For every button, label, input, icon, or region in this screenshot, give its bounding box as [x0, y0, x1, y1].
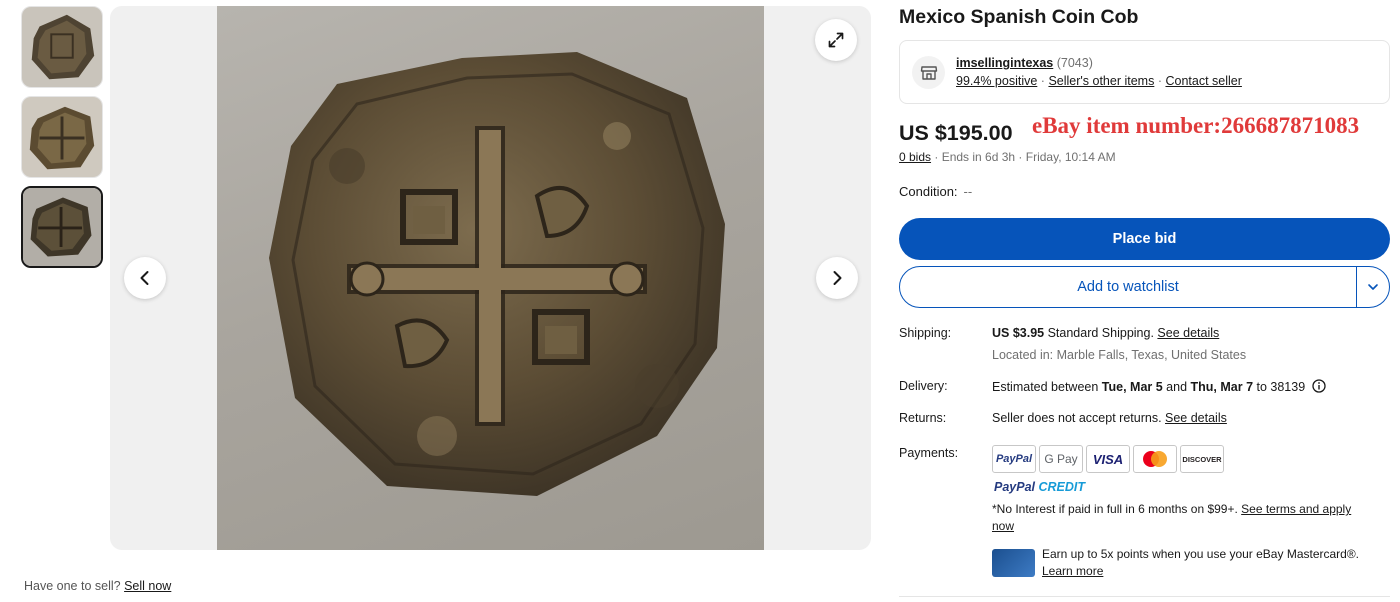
seller-card: imsellingintexas (7043) 99.4% positive ·… — [899, 40, 1390, 104]
coin-thumbnail-image — [22, 97, 102, 177]
earn-text: Earn up to 5x points when you use your e… — [1042, 547, 1360, 561]
coin-image — [269, 52, 725, 496]
sell-now-link[interactable]: Sell now — [124, 579, 171, 593]
chevron-down-icon — [1368, 284, 1378, 290]
delivery-start: Tue, Mar 5 — [1101, 380, 1163, 394]
auction-end-time: · Ends in 6d 3h · Friday, 10:14 AM — [931, 150, 1116, 164]
add-to-watchlist-button[interactable]: Add to watchlist — [900, 267, 1356, 307]
watchlist-dropdown-button[interactable] — [1357, 267, 1389, 307]
image-gallery — [110, 6, 871, 550]
mastercard-logo — [1133, 445, 1177, 473]
seller-links: 99.4% positive · Seller's other items · … — [956, 74, 1242, 88]
expand-icon — [828, 32, 844, 48]
learn-more-link[interactable]: Learn more — [1042, 564, 1103, 578]
bids-link[interactable]: 0 bids — [899, 150, 931, 164]
expand-image-button[interactable] — [815, 19, 857, 61]
shipping-value: US $3.95 Standard Shipping. See details — [992, 326, 1219, 340]
chevron-left-icon — [140, 271, 149, 285]
returns-details-link[interactable]: See details — [1165, 411, 1227, 425]
info-icon[interactable] — [1312, 379, 1326, 393]
delivery-and: and — [1162, 380, 1191, 394]
paypal-credit-terms: *No Interest if paid in full in 6 months… — [992, 501, 1372, 535]
next-image-button[interactable] — [816, 257, 858, 299]
shipping-details-link[interactable]: See details — [1157, 326, 1219, 340]
seller-positive-link[interactable]: 99.4% positive — [956, 74, 1037, 88]
thumbnail-list — [21, 6, 103, 276]
item-title: Mexico Spanish Coin Cob — [899, 6, 1139, 28]
delivery-prefix: Estimated between — [992, 380, 1102, 394]
thumbnail-2[interactable] — [21, 96, 103, 178]
coin-thumbnail-image — [22, 7, 102, 87]
paypal-logo: PayPal — [992, 445, 1036, 473]
sell-prompt: Have one to sell? Sell now — [24, 579, 171, 593]
condition-value: -- — [963, 184, 973, 199]
chevron-right-icon — [833, 271, 842, 285]
condition-label: Condition: — [899, 184, 958, 199]
seller-info: imsellingintexas (7043) — [956, 56, 1093, 70]
contact-seller-link[interactable]: Contact seller — [1165, 74, 1241, 88]
shipping-label: Shipping: — [899, 326, 952, 340]
seller-name-link[interactable]: imsellingintexas — [956, 56, 1053, 70]
item-location: Located in: Marble Falls, Texas, United … — [992, 348, 1247, 362]
item-number-watermark: eBay item number:266687871083 — [1032, 113, 1360, 138]
previous-image-button[interactable] — [124, 257, 166, 299]
section-divider — [899, 596, 1390, 597]
thumbnail-3[interactable] — [21, 186, 103, 268]
google-pay-logo: G Pay — [1039, 445, 1083, 473]
item-price: US $195.00 — [899, 121, 1013, 145]
delivery-zip: to 38139 — [1253, 380, 1306, 394]
watchlist-control: Add to watchlist — [899, 266, 1390, 308]
store-icon[interactable] — [912, 56, 945, 89]
visa-logo: VISA — [1086, 445, 1130, 473]
interest-text: *No Interest if paid in full in 6 months… — [992, 502, 1242, 516]
thumbnail-1[interactable] — [21, 6, 103, 88]
coin-thumbnail-image — [23, 188, 101, 266]
sell-prompt-text: Have one to sell? — [24, 579, 121, 593]
payment-methods: PayPal G Pay VISA DISCOVER — [992, 445, 1224, 473]
delivery-value: Estimated between Tue, Mar 5 and Thu, Ma… — [992, 379, 1326, 394]
delivery-end: Thu, Mar 7 — [1190, 380, 1254, 394]
ebay-mastercard-image — [992, 549, 1035, 577]
returns-text: Seller does not accept returns. — [992, 411, 1166, 425]
shipping-method: Standard Shipping. — [1044, 326, 1158, 340]
shipping-price: US $3.95 — [992, 326, 1045, 340]
place-bid-button[interactable]: Place bid — [899, 218, 1390, 260]
returns-label: Returns: — [899, 411, 947, 425]
delivery-label: Delivery: — [899, 379, 948, 393]
mastercard-promo: Earn up to 5x points when you use your e… — [1042, 546, 1392, 580]
discover-logo: DISCOVER — [1180, 445, 1224, 473]
coin-photo[interactable] — [217, 6, 764, 550]
paypal-credit-logo: PayPal CREDIT — [994, 480, 1086, 494]
seller-other-items-link[interactable]: Seller's other items — [1048, 74, 1154, 88]
seller-feedback-count: (7043) — [1053, 56, 1093, 70]
payments-label: Payments: — [899, 446, 959, 460]
condition-row: Condition: -- — [899, 184, 972, 199]
bids-row: 0 bids · Ends in 6d 3h · Friday, 10:14 A… — [899, 150, 1116, 164]
returns-value: Seller does not accept returns. See deta… — [992, 411, 1227, 425]
